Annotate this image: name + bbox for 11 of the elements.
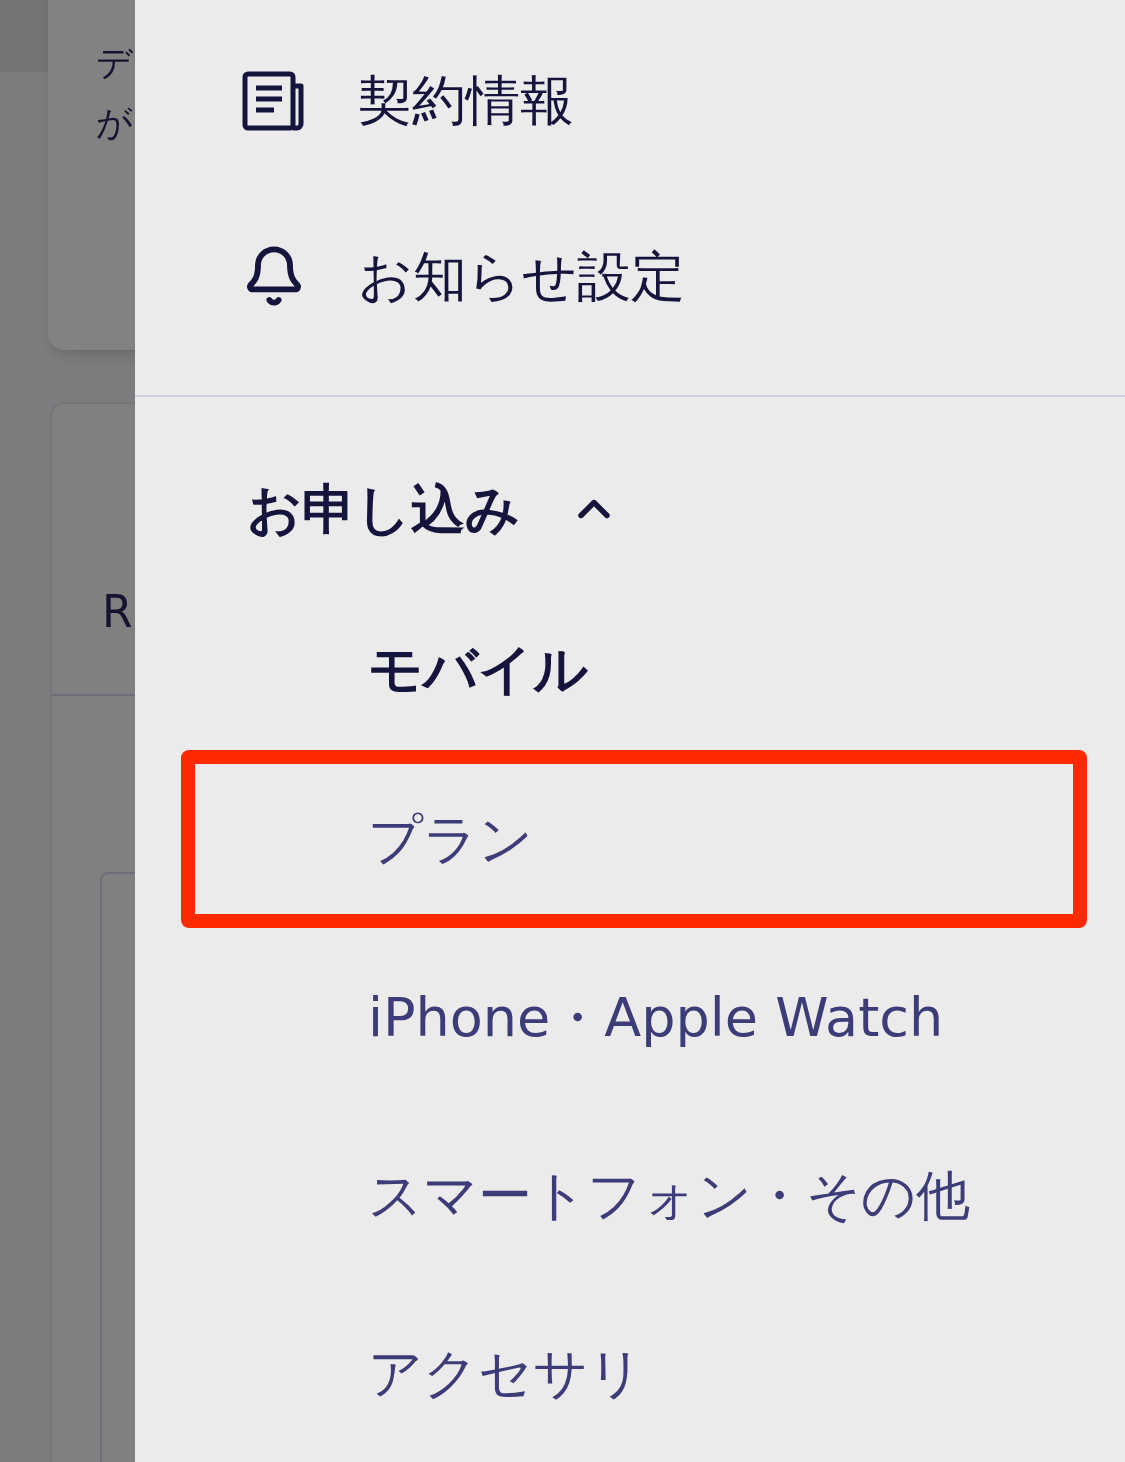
menu-link[interactable]: プラン <box>181 750 1087 928</box>
background-text: が <box>96 101 133 145</box>
menu-link[interactable]: スマートフォン・その他 <box>181 1106 1087 1284</box>
menu-link[interactable]: iPhone・Apple Watch <box>181 928 1087 1106</box>
menu-item[interactable]: 契約情報 <box>135 12 1125 188</box>
background-text: デ <box>96 41 133 85</box>
group-heading: モバイル <box>368 637 588 704</box>
menu-item[interactable]: お知らせ設定 <box>135 188 1125 364</box>
background-text: R <box>102 586 133 637</box>
section-toggle[interactable]: お申し込み <box>135 429 1125 590</box>
menu-link[interactable]: アクセサリ <box>181 1284 1087 1462</box>
